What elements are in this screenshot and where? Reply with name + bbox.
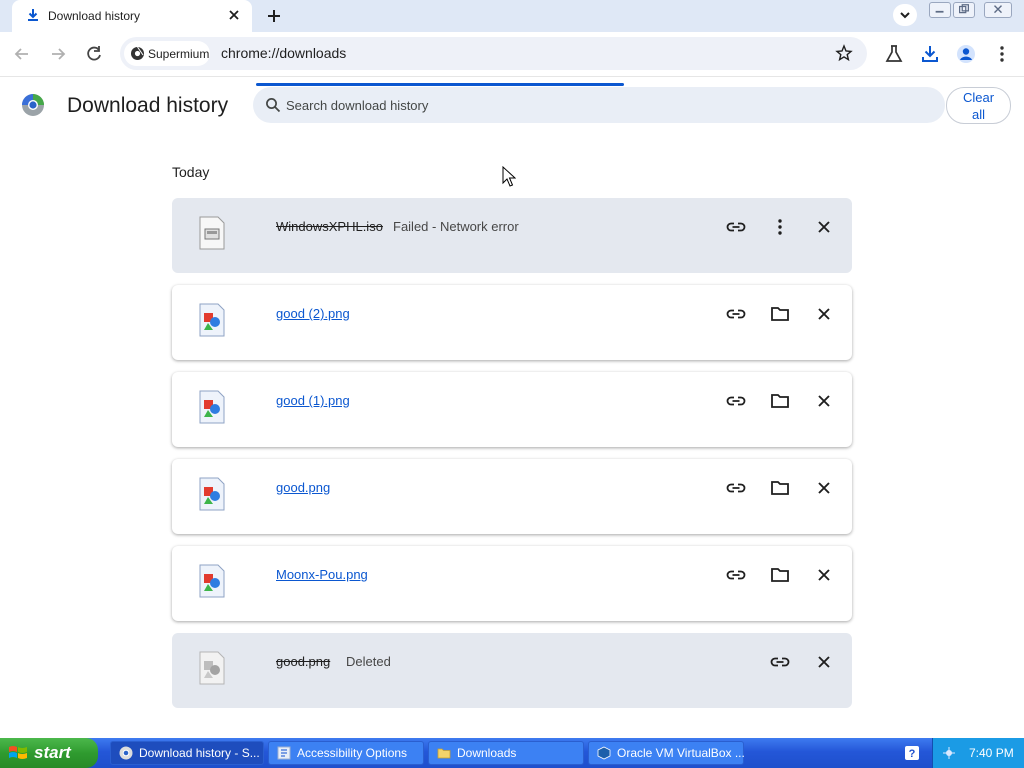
download-file-link[interactable]: Moonx-Pou.png	[276, 567, 368, 582]
remove-icon[interactable]	[813, 477, 835, 499]
download-item: WindowsXPHL.iso Failed - Network error	[172, 198, 852, 273]
taskbar-clock[interactable]: 7:40 PM	[969, 746, 1014, 760]
download-file-link[interactable]: good (1).png	[276, 393, 350, 408]
restore-icon	[959, 4, 969, 14]
download-file-link[interactable]: good.png	[276, 480, 330, 495]
downloads-toolbar-icon[interactable]	[919, 43, 941, 65]
taskbar-item-label: Accessibility Options	[297, 746, 408, 760]
bookmark-star-icon[interactable]	[835, 44, 853, 62]
page-title: Download history	[67, 94, 229, 117]
download-file-name: WindowsXPHL.iso	[276, 219, 383, 234]
search-loading-bar	[256, 83, 624, 86]
copy-link-icon[interactable]	[725, 477, 747, 499]
copy-link-icon[interactable]	[725, 564, 747, 586]
download-item: good (2).png	[172, 285, 852, 360]
download-item: good.png Deleted	[172, 633, 852, 708]
minimize-icon	[935, 10, 944, 13]
copy-link-icon[interactable]	[725, 303, 747, 325]
network-icon[interactable]	[941, 745, 957, 761]
close-icon	[994, 5, 1002, 14]
download-icon	[28, 9, 38, 21]
more-actions-icon[interactable]	[769, 216, 791, 238]
windows-flag-icon	[9, 746, 27, 759]
remove-icon[interactable]	[813, 390, 835, 412]
profile-chip-label: Supermium	[148, 47, 210, 61]
show-in-folder-icon[interactable]	[769, 477, 791, 499]
new-tab-icon[interactable]	[264, 6, 284, 26]
copy-link-icon[interactable]	[769, 651, 791, 673]
help-icon[interactable]: ?	[905, 746, 919, 760]
taskbar-item-label: Download history - S...	[139, 746, 260, 760]
close-tab-icon[interactable]	[226, 7, 242, 23]
restore-button[interactable]	[953, 2, 975, 18]
svg-text:?: ?	[909, 748, 916, 760]
remove-icon[interactable]	[813, 564, 835, 586]
tab-title: Download history	[48, 9, 141, 23]
download-item: Moonx-Pou.png	[172, 546, 852, 621]
copy-link-icon[interactable]	[725, 216, 747, 238]
site-info-chip[interactable]: Supermium	[124, 41, 210, 66]
tab-download-history[interactable]: Download history	[12, 0, 252, 32]
mouse-cursor-icon	[502, 166, 516, 187]
menu-kebab-icon[interactable]	[991, 43, 1013, 65]
accessibility-icon	[277, 746, 291, 760]
chrome-icon	[119, 746, 133, 760]
taskbar-item-label: Downloads	[457, 746, 517, 760]
labs-flask-icon[interactable]	[883, 43, 905, 65]
taskbar-item-downloads[interactable]: Downloads	[428, 741, 584, 765]
clear-all-label-line1: Clear	[962, 90, 995, 105]
minimize-button[interactable]	[929, 2, 951, 18]
remove-icon[interactable]	[813, 303, 835, 325]
remove-icon[interactable]	[813, 651, 835, 673]
start-label: start	[34, 743, 71, 762]
taskbar-item-virtualbox[interactable]: Oracle VM VirtualBox ...	[588, 741, 745, 765]
show-in-folder-icon[interactable]	[769, 390, 791, 412]
chevron-down-icon	[900, 12, 910, 19]
system-tray: 7:40 PM	[932, 738, 1024, 768]
show-in-folder-icon[interactable]	[769, 564, 791, 586]
copy-link-icon[interactable]	[725, 390, 747, 412]
browser-toolbar: Supermium chrome://downloads	[0, 32, 1024, 77]
forward-icon[interactable]	[47, 43, 69, 65]
start-button[interactable]: start	[0, 738, 98, 768]
taskbar-item-download-history[interactable]: Download history - S...	[110, 741, 264, 765]
png-file-icon	[199, 651, 225, 685]
download-file-name: good.png	[276, 654, 331, 669]
profile-avatar-icon[interactable]	[955, 43, 977, 65]
png-file-icon	[199, 303, 225, 337]
supermium-icon	[131, 46, 144, 60]
address-bar[interactable]: Supermium chrome://downloads	[120, 37, 867, 70]
download-item: good.png	[172, 459, 852, 534]
download-status: Failed - Network error	[393, 219, 519, 234]
png-file-icon	[199, 564, 225, 598]
supermium-logo-icon	[22, 94, 44, 116]
clear-all-label-line2: all	[971, 107, 985, 122]
back-icon[interactable]	[11, 43, 33, 65]
clear-all-button[interactable]: Clear all	[946, 87, 1011, 124]
download-item: good (1).png	[172, 372, 852, 447]
show-in-folder-icon[interactable]	[769, 303, 791, 325]
png-file-icon	[199, 477, 225, 511]
url-text[interactable]: chrome://downloads	[221, 45, 346, 61]
folder-icon	[437, 748, 451, 759]
taskbar-item-accessibility-options[interactable]: Accessibility Options	[268, 741, 424, 765]
search-icon	[266, 98, 281, 113]
search-box[interactable]	[253, 87, 945, 123]
tab-search-button[interactable]	[893, 4, 917, 26]
iso-file-icon	[199, 216, 225, 250]
close-window-button[interactable]	[984, 2, 1012, 18]
download-file-link[interactable]: good (2).png	[276, 306, 350, 321]
windows-taskbar: start Download history - S... Accessibil…	[0, 738, 1024, 768]
remove-icon[interactable]	[813, 216, 835, 238]
virtualbox-icon	[597, 746, 611, 760]
download-status: Deleted	[346, 654, 391, 669]
reload-icon[interactable]	[83, 43, 105, 65]
section-date-header: Today	[172, 164, 210, 180]
tab-strip: Download history	[0, 0, 1024, 32]
search-input[interactable]	[286, 95, 926, 115]
taskbar-item-label: Oracle VM VirtualBox ...	[617, 746, 745, 760]
png-file-icon	[199, 390, 225, 424]
